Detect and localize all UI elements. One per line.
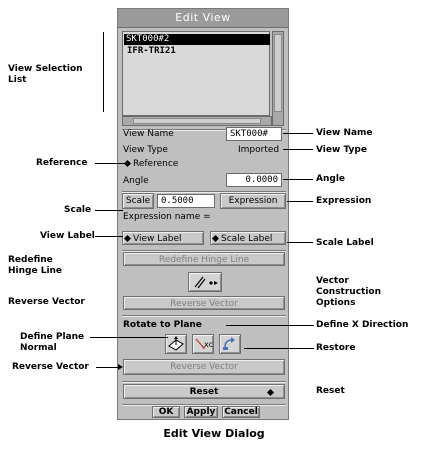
cancel-button[interactable]: Cancel (222, 406, 260, 418)
annotation-bracket (103, 32, 104, 112)
ok-button[interactable]: OK (152, 406, 180, 418)
reverse-vector-button[interactable]: Reverse Vector (123, 296, 285, 310)
view-type-value: Imported (238, 145, 280, 155)
divider (122, 315, 286, 317)
angle-field[interactable]: 0.0000 (226, 173, 282, 187)
scale-label-toggle-text: Scale Label (221, 234, 273, 244)
annotation-reset: Reset (316, 386, 345, 396)
annotation-leader (90, 337, 168, 338)
dialog-title: Edit View (118, 9, 288, 28)
horizontal-scrollbar[interactable] (122, 116, 272, 126)
rotate-to-plane-label: Rotate to Plane (123, 320, 202, 330)
annotation-vector-construction-options: Vector Construction Options (316, 276, 382, 308)
expression-name-label: Expression name = (123, 212, 211, 222)
annotation-leader (283, 149, 313, 150)
annotation-define-plane-normal: Define Plane Normal (20, 332, 85, 353)
svg-text:xc: xc (204, 340, 213, 349)
annotation-view-type: View Type (316, 145, 367, 155)
annotation-view-name: View Name (316, 128, 373, 138)
define-x-direction-button[interactable]: xc (192, 334, 214, 354)
vertical-scrollbar[interactable] (272, 31, 284, 126)
annotation-leader (96, 367, 120, 368)
annotation-reverse-vector: Reverse Vector (8, 297, 85, 307)
annotation-view-label: View Label (40, 231, 95, 241)
redefine-hinge-line-button[interactable]: Redefine Hinge Line (123, 252, 285, 266)
divider (122, 381, 286, 383)
annotation-reference: Reference (36, 158, 88, 168)
arrow-right-icon (118, 364, 123, 370)
view-type-label: View Type (123, 145, 168, 155)
define-plane-normal-button[interactable] (165, 334, 187, 354)
list-item[interactable]: IFR-TRI21 (124, 46, 271, 57)
toggle-diamond-icon (123, 234, 132, 243)
scale-field[interactable]: 0.5000 (157, 194, 215, 208)
restore-icon (223, 337, 235, 350)
scrollbar-thumb[interactable] (133, 118, 261, 124)
annotation-leader (283, 133, 313, 134)
annotation-scale-label: Scale Label (316, 238, 374, 248)
list-item-selected[interactable]: SKT000#2 (124, 34, 270, 45)
annotation-scale: Scale (64, 205, 92, 215)
annotation-leader (283, 179, 313, 180)
view-label-toggle[interactable]: View Label (122, 231, 204, 245)
view-selection-list[interactable]: SKT000#2 IFR-TRI21 (122, 31, 270, 116)
annotation-leader (95, 163, 125, 164)
annotation-redefine-hinge-line: Redefine Hinge Line (8, 255, 63, 276)
annotation-view-selection-list: View Selection List (8, 64, 83, 85)
reverse-vector-button-2[interactable]: Reverse Vector (123, 359, 285, 375)
plane-normal-icon (168, 336, 184, 351)
scale-button[interactable]: Scale (122, 193, 154, 209)
view-name-field[interactable]: SKT000# (226, 127, 282, 141)
reset-button-label: Reset (189, 387, 219, 397)
scale-label-toggle[interactable]: Scale Label (210, 231, 286, 245)
annotation-expression: Expression (316, 196, 372, 206)
apply-button[interactable]: Apply (184, 406, 218, 418)
restore-button[interactable] (219, 334, 241, 354)
annotation-leader (287, 201, 313, 202)
reference-toggle-label: Reference (133, 159, 179, 169)
annotation-leader (95, 210, 123, 211)
reset-button[interactable]: Reset (123, 384, 285, 399)
toggle-diamond-icon (123, 159, 132, 168)
toggle-diamond-icon (211, 234, 220, 243)
x-direction-icon: xc (195, 338, 213, 349)
view-label-toggle-text: View Label (133, 234, 182, 244)
annotation-reverse-vector-2: Reverse Vector (12, 362, 89, 372)
figure-caption: Edit View Dialog (163, 427, 265, 440)
annotation-leader (287, 242, 313, 243)
vector-construction-options-button[interactable] (188, 272, 222, 292)
vector-construction-icon (194, 276, 218, 289)
expression-button[interactable]: Expression (220, 193, 286, 209)
reset-diamond-icon (266, 388, 275, 397)
angle-label: Angle (123, 176, 149, 186)
annotation-leader (226, 325, 314, 326)
annotation-restore: Restore (316, 343, 356, 353)
annotation-leader (95, 236, 123, 237)
annotation-leader (244, 348, 314, 349)
scrollbar-thumb[interactable] (274, 34, 282, 112)
edit-view-dialog: Edit View SKT000#2 IFR-TRI21 View Name S… (117, 8, 289, 420)
annotation-define-x-direction: Define X Direction (316, 320, 409, 330)
annotation-angle: Angle (316, 174, 346, 184)
view-name-label: View Name (123, 129, 174, 139)
reference-toggle[interactable]: Reference (123, 159, 178, 170)
